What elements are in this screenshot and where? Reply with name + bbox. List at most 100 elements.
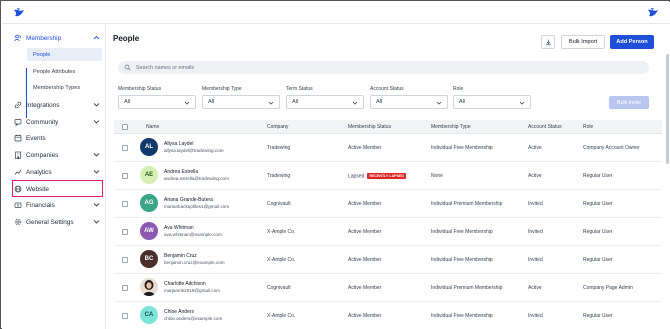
- account-status-cell: Invited: [528, 229, 543, 235]
- table-row[interactable]: CA Chloe Anders chloe.anders@example.com…: [114, 302, 662, 329]
- bulk-import-button[interactable]: Bulk Import: [561, 35, 605, 49]
- row-checkbox[interactable]: [122, 201, 128, 207]
- sidebar-item-general-settings[interactable]: General Settings: [14, 215, 102, 229]
- sidebar-item-membership[interactable]: Membership: [14, 31, 102, 45]
- role-cell: Regular User: [583, 257, 613, 263]
- membership-type-cell: Individual Free Membership: [431, 229, 493, 235]
- person-email: allysa.laydel@tradewing.com: [164, 148, 224, 153]
- account-status-select[interactable]: All: [370, 95, 448, 109]
- column-header-name[interactable]: Name: [146, 124, 159, 130]
- chevron-up-icon: [93, 35, 100, 40]
- row-checkbox[interactable]: [122, 257, 128, 263]
- sidebar-item-community[interactable]: Community: [14, 115, 102, 129]
- role-cell: Regular User: [583, 229, 613, 235]
- building-icon: [14, 151, 22, 159]
- person-email: ava.whitman@example.com: [164, 232, 222, 237]
- search-input[interactable]: Search names or emails: [118, 61, 649, 74]
- avatar: AW: [140, 222, 158, 240]
- sidebar-item-label: Events: [26, 134, 46, 142]
- table-row[interactable]: AE Andrea Estrella andrea.estrella@trade…: [114, 162, 662, 190]
- chevron-down-icon: [519, 101, 525, 105]
- chevron-down-icon: [93, 203, 100, 207]
- row-checkbox[interactable]: [122, 313, 128, 319]
- sidebar-subitem-membership-types[interactable]: Membership Types: [27, 81, 102, 94]
- account-status-cell: Active: [528, 285, 542, 291]
- company-cell: Tradewing: [267, 145, 291, 151]
- table-header: Name Company Membership Status Membershi…: [114, 120, 662, 134]
- role-cell: Regular User: [583, 173, 613, 179]
- sidebar-subitem-people-attributes[interactable]: People Attributes: [27, 65, 102, 78]
- column-header-membership-type[interactable]: Membership Type: [431, 124, 471, 130]
- company-cell: X-Ample Co.: [267, 313, 296, 319]
- avatar: AG: [140, 194, 158, 212]
- avatar: BC: [140, 250, 158, 268]
- sidebar-item-integrations[interactable]: Integrations: [14, 98, 102, 112]
- company-cell: X-Ample Co.: [267, 257, 296, 263]
- avatar: AE: [140, 166, 158, 184]
- column-header-account-status[interactable]: Account Status: [528, 124, 562, 130]
- community-icon: [14, 118, 22, 126]
- table-row[interactable]: BC Benjamin Cruz benjamin.cruz@example.c…: [114, 246, 662, 274]
- membership-type-cell: Individual Free Membership: [431, 145, 493, 151]
- membership-type-cell: Individual Premium Membership: [431, 285, 503, 291]
- term-status-select[interactable]: All: [286, 95, 364, 109]
- table-row[interactable]: AW Ava Whitman ava.whitman@example.com X…: [114, 218, 662, 246]
- chevron-down-icon: [93, 170, 100, 174]
- sidebar-item-events[interactable]: Events: [14, 131, 102, 145]
- add-person-button[interactable]: Add Person: [610, 35, 654, 49]
- page-title: People: [113, 34, 140, 43]
- column-header-membership-status[interactable]: Membership Status: [348, 124, 391, 130]
- account-status-cell: Invited: [528, 257, 543, 263]
- row-checkbox[interactable]: [122, 285, 128, 291]
- person-name[interactable]: Ariana Grande-Butera: [164, 197, 213, 203]
- download-button[interactable]: [541, 35, 555, 49]
- membership-type-cell: None: [431, 173, 443, 179]
- person-name[interactable]: Benjamin Cruz: [164, 253, 197, 259]
- bulk-invite-button[interactable]: Bulk Invite: [609, 96, 649, 109]
- role-select[interactable]: All: [453, 95, 531, 109]
- person-name[interactable]: Allysa Laydel: [164, 141, 193, 147]
- scrollbar[interactable]: [666, 54, 669, 164]
- row-checkbox[interactable]: [122, 173, 128, 179]
- person-email: marjanmk2019@gmail.com: [164, 288, 220, 293]
- column-header-company[interactable]: Company: [267, 124, 288, 130]
- membership-status-text: Lapsed: [348, 173, 365, 180]
- sidebar-item-label: Financials: [26, 201, 55, 209]
- filter-label-role: Role: [453, 86, 464, 92]
- table-row[interactable]: AG Ariana Grande-Butera marianbackupfile…: [114, 190, 662, 218]
- membership-status-cell: Active Member: [348, 257, 382, 263]
- membership-status-select[interactable]: All: [118, 95, 196, 109]
- person-name[interactable]: Chloe Anders: [164, 309, 194, 315]
- avatar: CA: [140, 306, 158, 324]
- select-all-checkbox[interactable]: [122, 124, 128, 130]
- avatar: AL: [140, 138, 158, 156]
- sidebar-subitem-people[interactable]: People: [27, 48, 102, 61]
- sidebar-item-companies[interactable]: Companies: [14, 148, 102, 162]
- tradewing-logo-icon[interactable]: [646, 6, 660, 20]
- chevron-down-icon: [436, 101, 442, 105]
- select-value: All: [292, 99, 299, 105]
- person-email: andrea.estrella@tradewing.com: [164, 176, 229, 181]
- filter-label-account-status: Account Status: [370, 86, 404, 92]
- column-header-role[interactable]: Role: [583, 124, 593, 130]
- select-value: All: [208, 99, 215, 105]
- chevron-down-icon: [352, 101, 358, 105]
- table-row[interactable]: Charlotte Aitchison marjanmk2019@gmail.c…: [114, 274, 662, 302]
- row-checkbox[interactable]: [122, 145, 128, 151]
- recently-lapsed-badge: RECENTLY LAPSED: [367, 173, 406, 179]
- row-checkbox[interactable]: [122, 229, 128, 235]
- membership-type-cell: Individual Free Membership: [431, 313, 493, 319]
- gear-icon: [14, 218, 22, 226]
- membership-type-cell: Individual Free Membership: [431, 257, 493, 263]
- sidebar-item-label: Companies: [26, 151, 59, 159]
- sidebar-item-analytics[interactable]: Analytics: [14, 165, 102, 179]
- chevron-down-icon: [93, 103, 100, 107]
- membership-type-select[interactable]: All: [202, 95, 280, 109]
- company-cell: Cognivault: [267, 201, 291, 207]
- table-row[interactable]: AL Allysa Laydel allysa.laydel@tradewing…: [114, 134, 662, 162]
- person-name[interactable]: Andrea Estrella: [164, 169, 198, 175]
- person-name[interactable]: Charlotte Aitchison: [164, 281, 206, 287]
- sidebar-item-financials[interactable]: Financials: [14, 198, 102, 212]
- person-name[interactable]: Ava Whitman: [164, 225, 194, 231]
- calendar-icon: [14, 134, 22, 142]
